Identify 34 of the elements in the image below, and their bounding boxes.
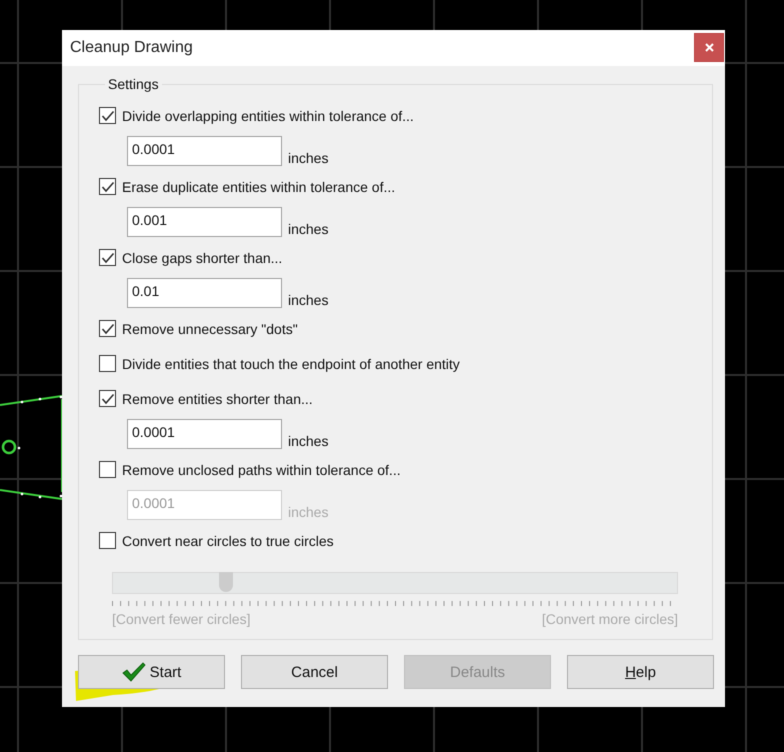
option-label: Erase duplicate entities within tolerance of... <box>122 178 396 194</box>
slider-max-label: [Convert more circles] <box>542 611 678 627</box>
option-label: Remove entities shorter than... <box>122 390 313 406</box>
checkbox[interactable] <box>99 532 116 549</box>
dialog-button[interactable]: Cancel <box>241 655 388 689</box>
unit-label: inches <box>288 433 328 449</box>
unit-label: inches <box>288 221 328 237</box>
group-title: Settings <box>107 76 160 92</box>
window-title: Cleanup Drawing <box>70 39 193 57</box>
option-label: Divide entities that touch the endpoint of another entity <box>122 356 460 372</box>
close-button[interactable] <box>694 32 724 62</box>
unit-label: inches <box>288 150 328 166</box>
dialog-button[interactable]: Start <box>78 655 225 689</box>
check-icon <box>122 662 146 682</box>
option-label: Convert near circles to true circles <box>122 532 334 548</box>
dialog-button[interactable]: Help <box>567 655 714 689</box>
checkbox[interactable] <box>99 320 116 337</box>
checkbox[interactable] <box>99 249 116 266</box>
checkbox[interactable] <box>99 355 116 372</box>
slider-min-label: [Convert fewer circles] <box>112 611 250 627</box>
close-icon <box>704 42 714 52</box>
option-label: Remove unclosed paths within tolerance of... <box>122 462 401 478</box>
unit-label: inches <box>288 292 328 308</box>
input-field[interactable]: 0.0001 <box>127 419 282 449</box>
input-field[interactable]: 0.01 <box>127 278 282 308</box>
checkbox[interactable] <box>99 107 116 124</box>
option-label: Divide overlapping entities within tolerance of... <box>122 108 414 124</box>
checkbox[interactable] <box>99 178 116 195</box>
checkbox[interactable] <box>99 390 116 407</box>
unit-label: inches <box>288 504 328 520</box>
option-label: Close gaps shorter than... <box>122 250 282 266</box>
input-field[interactable]: 0.001 <box>127 207 282 237</box>
input-field[interactable]: 0.0001 <box>127 136 282 166</box>
option-label: Remove unnecessary "dots" <box>122 320 298 336</box>
